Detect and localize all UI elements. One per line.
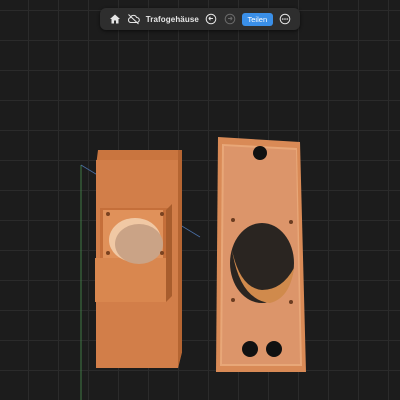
top-toolbar: Trafogehäuse Teilen [100, 8, 300, 30]
plate-part-right[interactable] [216, 137, 306, 372]
share-button[interactable]: Teilen [241, 12, 274, 26]
cloud-off-icon[interactable] [127, 12, 141, 26]
more-icon[interactable] [278, 12, 292, 26]
box-part-left[interactable] [95, 150, 182, 368]
undo-icon[interactable] [204, 12, 218, 26]
home-icon[interactable] [108, 12, 122, 26]
3d-viewport[interactable] [0, 0, 400, 400]
document-title: Trafogehäuse [145, 14, 199, 24]
redo-icon[interactable] [223, 12, 237, 26]
